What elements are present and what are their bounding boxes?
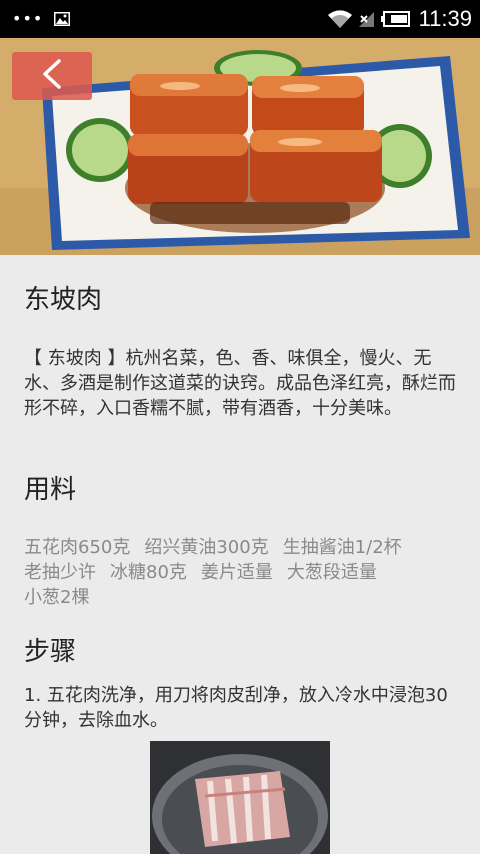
step-text: 1. 五花肉洗净，用刀将肉皮刮净，放入冷水中浸泡30分钟，去除血水。 bbox=[24, 685, 448, 731]
recipe-detail-screen: ••• 11:39 东坡肉 【 东坡肉 】杭州名菜，色、香、味俱全，慢火、无水、… bbox=[0, 0, 480, 854]
steps-title: 步骤 bbox=[24, 637, 77, 667]
wifi-icon bbox=[327, 9, 353, 29]
ingredient-item: 生抽酱油1/2杯 bbox=[282, 537, 402, 558]
ingredient-item: 姜片适量 bbox=[200, 562, 273, 583]
step-image bbox=[150, 741, 330, 854]
overflow-dots-icon: ••• bbox=[12, 9, 44, 28]
ingredients-list: 五花肉650克 绍兴黄油300克 生抽酱油1/2杯老抽少许 冰糖80克 姜片适量 大葱段适… bbox=[24, 535, 464, 610]
ingredients-title: 用料 bbox=[24, 475, 77, 505]
back-button[interactable] bbox=[12, 52, 92, 100]
ingredient-item: 绍兴黄油300克 bbox=[144, 537, 269, 558]
recipe-title: 东坡肉 bbox=[24, 285, 103, 315]
chevron-left-icon bbox=[39, 58, 65, 94]
status-time: 11:39 bbox=[418, 6, 472, 31]
ingredient-item: 老抽少许 bbox=[24, 562, 96, 583]
recipe-description: 【 东坡肉 】杭州名菜，色、香、味俱全，慢火、无水、多酒是制作这道菜的诀窍。成品… bbox=[24, 348, 456, 419]
recipe-content: 东坡肉 【 东坡肉 】杭州名菜，色、香、味俱全，慢火、无水、多酒是制作这道菜的诀… bbox=[0, 255, 480, 854]
ingredient-item: 冰糖80克 bbox=[110, 562, 187, 583]
no-signal-icon bbox=[357, 10, 375, 28]
ingredient-item: 大葱段适量 bbox=[286, 562, 377, 583]
battery-icon bbox=[380, 11, 411, 27]
gallery-icon bbox=[54, 11, 70, 30]
ingredient-item: 小葱2棵 bbox=[24, 587, 90, 608]
ingredient-item: 五花肉650克 bbox=[24, 537, 131, 558]
status-bar: ••• 11:39 bbox=[0, 0, 480, 38]
